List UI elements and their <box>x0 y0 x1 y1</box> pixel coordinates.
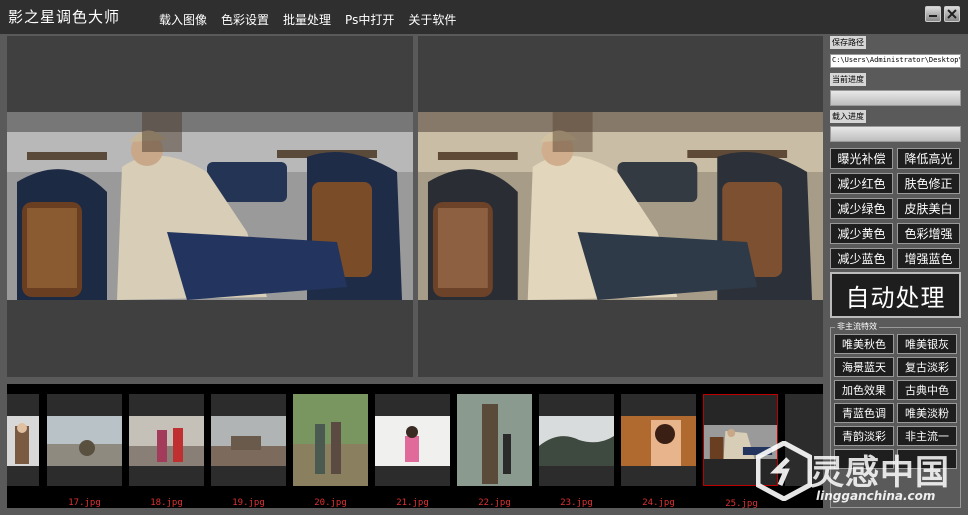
watermark-logo-icon <box>756 441 812 501</box>
enhance-blue-button[interactable]: 增强蓝色 <box>897 248 960 269</box>
menu-open-in-ps[interactable]: Ps中打开 <box>338 11 401 28</box>
skin-whitening-button[interactable]: 皮肤美白 <box>897 198 960 219</box>
watermark-url: lingganchina.com <box>816 489 936 503</box>
minimize-button[interactable] <box>925 6 941 22</box>
original-image-panel <box>7 36 413 377</box>
thumbnail-label: 19.jpg <box>232 498 265 508</box>
thumbnail[interactable]: 23.jpg <box>539 394 614 508</box>
preset-soft-pink-button[interactable]: 唯美淡粉 <box>897 403 957 423</box>
preset-silver-gray-button[interactable]: 唯美银灰 <box>897 334 957 354</box>
watermark-text: 灵感中国 <box>810 453 950 493</box>
preset-sea-sky-button[interactable]: 海景蓝天 <box>834 357 894 377</box>
reduce-blue-button[interactable]: 减少蓝色 <box>830 248 893 269</box>
save-path-label: 保存路径 <box>830 36 866 49</box>
menu-bar: 载入图像 色彩设置 批量处理 Ps中打开 关于软件 <box>152 11 463 28</box>
menu-about[interactable]: 关于软件 <box>401 11 463 28</box>
watermark: 灵感中国 lingganchina.com <box>746 437 968 515</box>
thumbnail-label: 22.jpg <box>478 498 511 508</box>
preset-add-color-button[interactable]: 加色效果 <box>834 380 894 400</box>
reduce-red-button[interactable]: 减少红色 <box>830 173 893 194</box>
minimize-icon <box>929 15 937 17</box>
thumbnail[interactable]: 19.jpg <box>211 394 286 508</box>
current-progress-bar <box>830 90 961 106</box>
processed-image-panel <box>418 36 823 377</box>
preset-retro-pastel-button[interactable]: 复古淡彩 <box>897 357 957 377</box>
thumbnail[interactable]: 22.jpg <box>457 394 532 508</box>
color-enhance-button[interactable]: 色彩增强 <box>897 223 960 244</box>
preset-autumn-button[interactable]: 唯美秋色 <box>834 334 894 354</box>
title-bar: 影之星调色大师 载入图像 色彩设置 批量处理 Ps中打开 关于软件 <box>0 0 968 34</box>
menu-load-image[interactable]: 载入图像 <box>152 11 214 28</box>
thumbnail[interactable]: 18.jpg <box>129 394 204 508</box>
app-title: 影之星调色大师 <box>8 8 121 26</box>
close-icon <box>947 9 957 19</box>
preset-cyan-blue-button[interactable]: 青蓝色调 <box>834 403 894 423</box>
skin-tone-fix-button[interactable]: 肤色修正 <box>897 173 960 194</box>
load-progress-label: 载入进度 <box>830 110 866 123</box>
thumbnail[interactable]: 21.jpg <box>375 394 450 508</box>
reduce-yellow-button[interactable]: 减少黄色 <box>830 223 893 244</box>
thumbnail[interactable]: 17.jpg <box>47 394 122 508</box>
thumbnail-label: 17.jpg <box>68 498 101 508</box>
window-controls <box>925 6 960 22</box>
thumbnail-label: 18.jpg <box>150 498 183 508</box>
menu-color-settings[interactable]: 色彩设置 <box>214 11 276 28</box>
exposure-compensation-button[interactable]: 曝光补偿 <box>830 148 893 169</box>
load-progress-bar <box>830 126 961 142</box>
reduce-highlights-button[interactable]: 降低高光 <box>897 148 960 169</box>
processed-photo <box>418 112 823 300</box>
thumbnail[interactable] <box>7 394 39 486</box>
menu-batch-process[interactable]: 批量处理 <box>276 11 338 28</box>
thumbnail-label: 21.jpg <box>396 498 429 508</box>
current-progress-label: 当前进度 <box>830 73 866 86</box>
thumbnail[interactable]: 20.jpg <box>293 394 368 508</box>
save-path-field[interactable]: C:\Users\Administrator\Desktop\ <box>830 54 961 68</box>
reduce-green-button[interactable]: 减少绿色 <box>830 198 893 219</box>
auto-process-button[interactable]: 自动处理 <box>830 272 961 318</box>
thumbnail-label: 24.jpg <box>642 498 675 508</box>
thumbnail-label: 20.jpg <box>314 498 347 508</box>
preset-classic-mid-button[interactable]: 古典中色 <box>897 380 957 400</box>
original-photo <box>7 112 413 300</box>
thumbnail[interactable]: 24.jpg <box>621 394 696 508</box>
thumbnail-label: 23.jpg <box>560 498 593 508</box>
preset-group-title: 非主流特效 <box>835 322 879 332</box>
thumbnail-strip[interactable]: 17.jpg 18.jpg 19.jpg 20.jpg 21.jpg 22.jp… <box>7 384 823 508</box>
close-button[interactable] <box>944 6 960 22</box>
adjust-button-grid: 曝光补偿 降低高光 减少红色 肤色修正 减少绿色 皮肤美白 减少黄色 色彩增强 … <box>830 148 961 269</box>
